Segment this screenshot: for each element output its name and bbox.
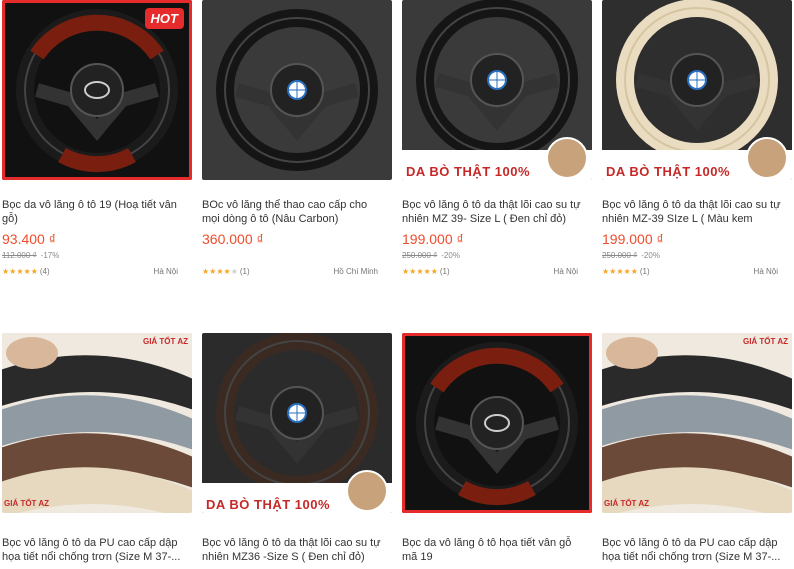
discount-percent: -17%	[40, 251, 60, 260]
seller-logo: GIÁ TỐT AZ	[4, 499, 50, 508]
discount-percent: -20%	[641, 251, 660, 260]
steering-wheel-bmw-brown-icon	[202, 333, 392, 513]
seller-logo: GIÁ TỐT AZ	[142, 337, 188, 346]
rating-stars: ★★★★★ (4)	[2, 267, 50, 276]
product-card[interactable]: BOc vô lăng thể thao cao cấp cho mọi dòn…	[202, 0, 392, 290]
product-image[interactable]: DA BÒ THẬT 100%	[202, 333, 392, 513]
product-image[interactable]: DA BÒ THẬT 100%	[602, 0, 792, 180]
rating-stars: ★★★★★ (1)	[602, 267, 650, 276]
product-title[interactable]: BOc vô lăng thể thao cao cấp cho mọi dòn…	[202, 198, 382, 226]
seller-location: Hà Nội	[553, 267, 578, 276]
product-card[interactable]: DA BÒ THẬT 100% Bọc vô lăng ô tô da thật …	[602, 0, 792, 290]
original-price: 250.000 ₫	[402, 251, 438, 260]
product-image[interactable]: HOT	[2, 0, 192, 180]
product-card[interactable]: HOT Bọc da vô lăng ô tô 19 (Hoạ tiết vân …	[2, 0, 192, 290]
product-price: 199.000 ₫	[602, 231, 664, 247]
product-card[interactable]: DA BÒ THẬT 100% Bọc vô lăng ô tô da thật …	[202, 333, 392, 569]
star-icon: ★	[216, 267, 224, 276]
product-title[interactable]: Bọc da vô lăng ô tô 19 (Hoạ tiết vân gỗ)	[2, 198, 182, 226]
star-icon: ★	[16, 267, 24, 276]
product-card[interactable]: GIÁ TỐT AZ GIÁ TỐT AZ Bọc vô lăng ô tô da …	[602, 333, 792, 569]
product-image[interactable]	[402, 333, 592, 513]
product-card[interactable]: GIÁ TỐT AZ GIÁ TỐT AZ Bọc vô lăng ô tô da …	[2, 333, 192, 569]
product-title[interactable]: Bọc vô lăng ô tô da PU cao cấp dập họa t…	[602, 536, 782, 566]
product-title[interactable]: Bọc vô lăng ô tô da thật lõi cao su tự n…	[602, 198, 782, 226]
seller-location: Hà Nội	[153, 267, 178, 276]
seller-location: Hà Nội	[753, 267, 778, 276]
steering-wheel-bmw-icon	[202, 0, 392, 180]
product-image[interactable]: DA BÒ THẬT 100%	[402, 0, 592, 180]
product-title[interactable]: Bọc da vô lăng ô tô họa tiết vân gỗ mã 1…	[402, 536, 582, 566]
product-price: 360.000 ₫	[202, 231, 264, 247]
star-icon: ★	[223, 267, 231, 276]
star-icon: ★	[616, 267, 624, 276]
image-banner-text: DA BÒ THẬT 100%	[206, 497, 331, 512]
image-banner-text: DA BÒ THẬT 100%	[606, 164, 731, 179]
rating-location-row: ★★★★★ (1) Hồ Chí Minh	[202, 267, 378, 279]
original-price: 250.000 ₫	[602, 251, 638, 260]
star-icon: ★	[623, 267, 631, 276]
seller-logo: GIÁ TỐT AZ	[604, 499, 650, 508]
rating-location-row: ★★★★★ (1) Hà Nội	[602, 267, 778, 279]
rating-count: (1)	[239, 267, 250, 276]
star-icon: ★	[423, 267, 431, 276]
seller-location: Hồ Chí Minh	[333, 267, 378, 276]
rating-stars: ★★★★★ (1)	[202, 267, 250, 276]
wheel-covers-stack-icon	[602, 333, 792, 513]
rating-count: (1)	[439, 267, 450, 276]
steering-wheel-bmw-icon	[402, 0, 592, 180]
star-icon: ★	[416, 267, 424, 276]
rating-count: (4)	[39, 267, 50, 276]
product-image[interactable]: GIÁ TỐT AZ GIÁ TỐT AZ	[2, 333, 192, 513]
price-discount-row: 250.000 ₫ -20%	[402, 251, 460, 260]
star-icon: ★	[230, 267, 238, 276]
seller-logo: GIÁ TỐT AZ	[742, 337, 788, 346]
steering-wheel-wood-icon	[402, 333, 592, 513]
product-price: 93.400 ₫	[2, 231, 56, 247]
rating-stars: ★★★★★ (1)	[402, 267, 450, 276]
price-discount-row: 112.000 ₫ -17%	[2, 251, 59, 260]
steering-wheel-cream-icon	[602, 0, 792, 180]
star-icon: ★	[23, 267, 31, 276]
original-price: 112.000 ₫	[2, 251, 37, 260]
product-card[interactable]: Bọc da vô lăng ô tô họa tiết vân gỗ mã 1…	[402, 333, 592, 569]
star-icon: ★	[630, 267, 638, 276]
rating-count: (1)	[639, 267, 650, 276]
star-icon: ★	[430, 267, 438, 276]
product-image[interactable]	[202, 0, 392, 180]
rating-location-row: ★★★★★ (1) Hà Nội	[402, 267, 578, 279]
discount-percent: -20%	[441, 251, 460, 260]
price-discount-row: 250.000 ₫ -20%	[602, 251, 660, 260]
star-icon: ★	[30, 267, 38, 276]
wheel-covers-stack-icon	[2, 333, 192, 513]
product-title[interactable]: Bọc vô lăng ô tô da PU cao cấp dập họa t…	[2, 536, 182, 566]
product-price: 199.000 ₫	[402, 231, 464, 247]
hot-badge: HOT	[144, 8, 184, 29]
product-image[interactable]: GIÁ TỐT AZ GIÁ TỐT AZ	[602, 333, 792, 513]
product-card[interactable]: DA BÒ THẬT 100% Bọc vô lăng ô tô da thật …	[402, 0, 592, 290]
product-title[interactable]: Bọc vô lăng ô tô da thật lõi cao su tự n…	[402, 198, 582, 226]
image-banner-text: DA BÒ THẬT 100%	[406, 164, 531, 179]
product-title[interactable]: Bọc vô lăng ô tô da thật lõi cao su tự n…	[202, 536, 382, 566]
rating-location-row: ★★★★★ (4) Hà Nội	[2, 267, 178, 279]
product-grid: HOT Bọc da vô lăng ô tô 19 (Hoạ tiết vân …	[0, 0, 794, 569]
